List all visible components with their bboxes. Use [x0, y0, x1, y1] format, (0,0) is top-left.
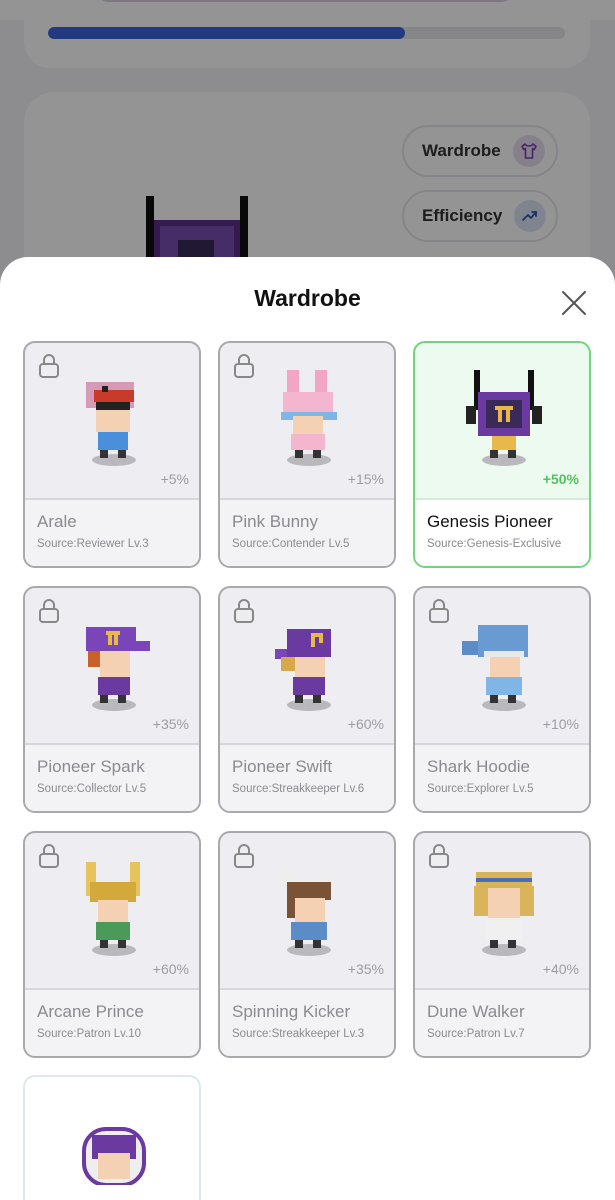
lock-icon: [429, 844, 449, 868]
bonus-label: +40%: [542, 961, 579, 977]
genesis-pioneer-avatar: [466, 370, 542, 466]
outfit-name: Shark Hoodie: [427, 757, 531, 776]
lock-icon: [234, 599, 254, 623]
outfit-name: Pioneer Spark: [37, 757, 145, 776]
close-button[interactable]: [558, 287, 590, 319]
outfit-source: Source:Streakkeeper Lv.6: [232, 783, 365, 795]
lock-icon: [234, 844, 254, 868]
outfit-card-arcane-prince[interactable]: +60% Arcane Prince Source:Patron Lv.10: [23, 831, 201, 1058]
outfit-name: Pioneer Swift: [232, 757, 333, 776]
pioneer-spark-avatar: [86, 627, 150, 711]
sheet-title: Wardrobe: [254, 285, 361, 311]
astronaut-avatar: [82, 1127, 146, 1200]
pink-bunny-avatar: [281, 370, 337, 466]
outfit-name: Spinning Kicker: [232, 1002, 351, 1021]
close-icon: [562, 291, 586, 315]
bonus-label: +60%: [347, 716, 384, 732]
lock-icon: [39, 599, 59, 623]
pioneer-swift-avatar: [275, 629, 331, 711]
outfit-source: Source:Contender Lv.5: [232, 538, 350, 550]
bonus-label: +10%: [542, 716, 579, 732]
wardrobe-sheet: Wardrobe +5% Arale Source:Reviewer Lv.3 …: [0, 257, 615, 1200]
lock-icon: [429, 599, 449, 623]
dune-walker-avatar: [474, 872, 534, 956]
outfit-card-dune-walker[interactable]: +40% Dune Walker Source:Patron Lv.7: [413, 831, 591, 1058]
outfit-card-genesis-pioneer[interactable]: +50% Genesis Pioneer Source:Genesis-Excl…: [413, 341, 591, 568]
spinning-kicker-avatar: [281, 874, 337, 956]
arale-avatar: [86, 382, 136, 466]
outfit-card-pioneer-swift[interactable]: +60% Pioneer Swift Source:Streakkeeper L…: [218, 586, 396, 813]
bonus-label: +35%: [152, 716, 189, 732]
outfit-source: Source:Patron Lv.10: [37, 1028, 141, 1040]
lock-icon: [234, 354, 254, 378]
bonus-label: +60%: [152, 961, 189, 977]
bonus-label: +15%: [347, 471, 384, 487]
outfit-name: Pink Bunny: [232, 512, 318, 531]
shark-hoodie-avatar: [462, 625, 528, 711]
bonus-label: +35%: [347, 961, 384, 977]
outfit-card-astronaut[interactable]: [23, 1075, 201, 1200]
lock-icon: [39, 844, 59, 868]
outfit-card-shark-hoodie[interactable]: +10% Shark Hoodie Source:Explorer Lv.5: [413, 586, 591, 813]
outfit-source: Source:Genesis-Exclusive: [427, 538, 562, 550]
outfit-card-pioneer-spark[interactable]: +35% Pioneer Spark Source:Collector Lv.5: [23, 586, 201, 813]
outfit-name: Arale: [37, 512, 77, 531]
outfit-name: Arcane Prince: [37, 1002, 144, 1021]
outfit-name: Dune Walker: [427, 1002, 525, 1021]
lock-icon: [39, 354, 59, 378]
outfit-card-arale[interactable]: +5% Arale Source:Reviewer Lv.3: [23, 341, 201, 568]
outfit-source: Source:Collector Lv.5: [37, 783, 147, 795]
outfit-name: Genesis Pioneer: [427, 512, 553, 531]
bonus-label: +5%: [160, 471, 189, 487]
arcane-prince-avatar: [86, 862, 140, 956]
bonus-label: +50%: [542, 471, 579, 487]
outfit-source: Source:Streakkeeper Lv.3: [232, 1028, 365, 1040]
outfit-card-spinning-kicker[interactable]: +35% Spinning Kicker Source:Streakkeeper…: [218, 831, 396, 1058]
outfit-card-pink-bunny[interactable]: +15% Pink Bunny Source:Contender Lv.5: [218, 341, 396, 568]
outfit-source: Source:Explorer Lv.5: [427, 783, 534, 795]
outfit-source: Source:Reviewer Lv.3: [37, 538, 149, 550]
outfit-source: Source:Patron Lv.7: [427, 1028, 525, 1040]
